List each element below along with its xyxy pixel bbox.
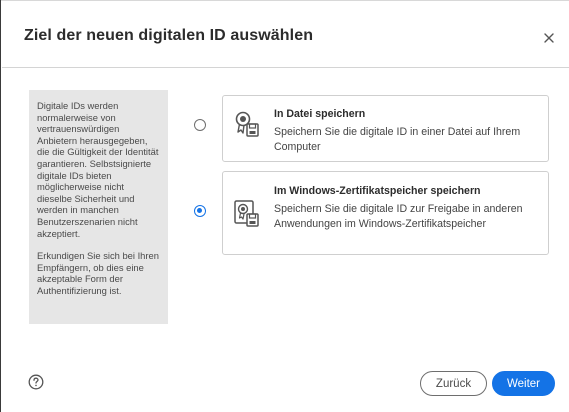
option-description: Speichern Sie die digitale ID zur Freiga… [274, 203, 523, 230]
close-button[interactable] [541, 30, 557, 46]
option-card-save-to-windows-store[interactable]: Im Windows-Zertifikatspeicher speichern … [222, 171, 549, 255]
help-button[interactable] [28, 374, 44, 390]
option-description: Speichern Sie die digitale ID in einer D… [274, 126, 521, 153]
dialog: Ziel der neuen digitalen ID auswählen Di… [0, 0, 569, 412]
header-divider [2, 67, 569, 68]
info-panel: Digitale IDs werden normalerweise von ve… [29, 90, 168, 324]
next-button[interactable]: Weiter [492, 371, 555, 396]
dialog-title: Ziel der neuen digitalen ID auswählen [24, 27, 314, 44]
option-title: In Datei speichern [274, 108, 366, 120]
certificate-file-icon [234, 110, 260, 140]
certificate-store-icon [234, 199, 260, 229]
radio-save-to-file[interactable] [194, 119, 206, 131]
help-icon [28, 374, 44, 390]
radio-save-to-windows-store[interactable] [194, 205, 206, 217]
window-top-strip [1, 0, 569, 10]
option-title: Im Windows-Zertifikatspeicher speichern [274, 185, 481, 197]
info-paragraph: Erkundigen Sie sich bei Ihren Empfängern… [37, 250, 159, 296]
info-paragraph: Digitale IDs werden normalerweise von ve… [37, 100, 159, 239]
back-button[interactable]: Zurück [420, 371, 487, 396]
option-card-save-to-file[interactable]: In Datei speichern Speichern Sie die dig… [222, 95, 549, 162]
close-icon [544, 33, 554, 43]
